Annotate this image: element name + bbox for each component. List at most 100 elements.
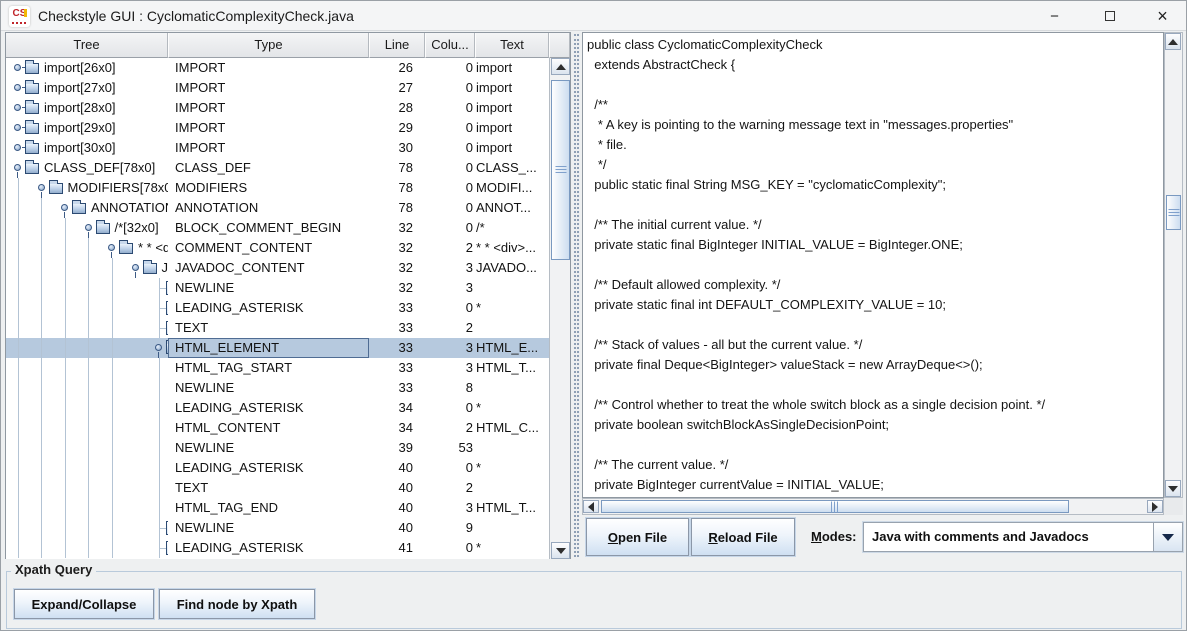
tree-row[interactable]: HTML_TAG_STARTHTML_TAG_START333HTML_T...: [6, 358, 549, 378]
open-file-button[interactable]: Open File: [586, 518, 689, 556]
expand-knob-icon[interactable]: [14, 104, 21, 111]
line-cell: 33: [369, 338, 425, 358]
expand-collapse-button[interactable]: Expand/Collapse: [14, 589, 154, 619]
tree-row[interactable]: import[28x0]IMPORT280import: [6, 98, 549, 118]
tree-row[interactable]: HTML_CONTENTHTML_CONTENT342HTML_C...: [6, 418, 549, 438]
tree-row[interactable]: LEADING_ASTERISKLEADING_ASTERISK400*: [6, 458, 549, 478]
tree-cell: MODIFIERS[78x0]: [6, 178, 168, 198]
folder-icon: [25, 123, 39, 134]
tree-row[interactable]: import[26x0]IMPORT260import: [6, 58, 549, 78]
collapse-knob-icon[interactable]: [14, 164, 21, 171]
tree-guide-line: [112, 338, 113, 358]
folder-icon: [96, 223, 110, 234]
column-header-type[interactable]: Type: [168, 33, 369, 58]
tree-guide-line: [41, 418, 42, 438]
type-cell: HTML_ELEMENT: [168, 338, 369, 358]
scroll-down-button[interactable]: [1165, 480, 1181, 497]
ast-tree-panel: TreeTypeLineColu...Text import[26x0]IMPO…: [5, 32, 571, 559]
tree-cell: NEWLINE: [6, 378, 168, 398]
line-cell: 28: [369, 98, 425, 118]
minimize-button[interactable]: −: [1027, 1, 1082, 31]
tree-row[interactable]: import[29x0]IMPORT290import: [6, 118, 549, 138]
find-node-by-xpath-button[interactable]: Find node by Xpath: [159, 589, 315, 619]
scroll-down-button[interactable]: [551, 542, 570, 559]
column-cell: 2: [425, 478, 475, 498]
expand-knob-icon[interactable]: [14, 84, 21, 91]
text-cell: [475, 518, 549, 538]
expand-knob-icon[interactable]: [14, 124, 21, 131]
tree-row[interactable]: * * <div>...COMMENT_CONTENT322* * <div>.…: [6, 238, 549, 258]
scroll-up-button[interactable]: [551, 58, 570, 75]
tree-cell: NEWLINE: [6, 518, 168, 538]
split-pane-divider[interactable]: [571, 32, 582, 559]
column-header-text[interactable]: Text: [475, 33, 549, 58]
column-header-filler: [549, 33, 570, 58]
app-window: CS Checkstyle GUI : CyclomaticComplexity…: [0, 0, 1187, 631]
tree-row[interactable]: CLASS_DEF[78x0]CLASS_DEF780CLASS_...: [6, 158, 549, 178]
column-header-colu[interactable]: Colu...: [425, 33, 475, 58]
tree-guide-line: [41, 278, 42, 298]
tree-row[interactable]: HTML_ELEMENTHTML_ELEMENT333HTML_E...: [6, 338, 549, 358]
collapse-knob-icon[interactable]: [132, 264, 139, 271]
combo-dropdown-button[interactable]: [1153, 523, 1182, 551]
tree-row[interactable]: ANNOTATION[78x0]ANNOTATION780ANNOT...: [6, 198, 549, 218]
collapse-knob-icon[interactable]: [108, 244, 115, 251]
tree-guide-line: [18, 338, 19, 358]
tree-row[interactable]: import[30x0]IMPORT300import: [6, 138, 549, 158]
line-cell: 32: [369, 258, 425, 278]
tree-row[interactable]: MODIFIERS[78x0]MODIFIERS780MODIFI...: [6, 178, 549, 198]
scroll-up-button[interactable]: [1165, 33, 1181, 50]
tree-row[interactable]: NEWLINENEWLINE3953: [6, 438, 549, 458]
collapse-knob-icon[interactable]: [85, 224, 92, 231]
tree-connector: [159, 308, 166, 309]
column-cell: 2: [425, 318, 475, 338]
code-vertical-scrollbar[interactable]: [1164, 32, 1183, 498]
line-cell: 40: [369, 458, 425, 478]
collapse-knob-icon[interactable]: [61, 204, 68, 211]
code-scrollbar-thumb[interactable]: [1166, 195, 1181, 230]
expand-knob-icon[interactable]: [14, 64, 21, 71]
mode-select[interactable]: Java with comments and Javadocs: [863, 522, 1183, 552]
tree-guide-line: [18, 518, 19, 538]
tree-cell: TEXT: [6, 478, 168, 498]
tree-scrollbar-thumb[interactable]: [551, 80, 570, 260]
text-cell: import: [475, 78, 549, 98]
collapse-knob-icon[interactable]: [38, 184, 45, 191]
reload-file-button[interactable]: Reload File: [691, 518, 795, 556]
code-hscrollbar-thumb[interactable]: [601, 500, 1069, 513]
tree-row[interactable]: LEADING_ASTERISKLEADING_ASTERISK340*: [6, 398, 549, 418]
tree-row[interactable]: /*[32x0]BLOCK_COMMENT_BEGIN320/*: [6, 218, 549, 238]
tree-row[interactable]: NEWLINENEWLINE409: [6, 518, 549, 538]
line-cell: 40: [369, 518, 425, 538]
tree-guide-line: [159, 478, 160, 498]
tree-guide-line: [65, 218, 66, 238]
expand-knob-icon[interactable]: [14, 144, 21, 151]
column-header-line[interactable]: Line: [369, 33, 425, 58]
type-cell: LEADING_ASTERISK: [168, 298, 369, 318]
close-button[interactable]: ×: [1137, 1, 1187, 31]
tree-guide-line: [112, 378, 113, 398]
source-code-viewer[interactable]: public class CyclomaticComplexityCheck e…: [582, 32, 1164, 498]
text-cell: [475, 438, 549, 458]
collapse-knob-icon[interactable]: [155, 344, 162, 351]
arrow-left-icon: [588, 502, 594, 512]
code-horizontal-scrollbar[interactable]: [582, 498, 1164, 515]
column-cell: 3: [425, 338, 475, 358]
column-header-tree[interactable]: Tree: [6, 33, 168, 58]
tree-guide-line: [41, 498, 42, 518]
maximize-button[interactable]: [1082, 1, 1137, 31]
tree-vertical-scrollbar[interactable]: [549, 58, 570, 559]
tree-row[interactable]: LEADING_ASTERISKLEADING_ASTERISK410*: [6, 538, 549, 558]
tree-guide-line: [88, 398, 89, 418]
tree-row[interactable]: NEWLINENEWLINE323: [6, 278, 549, 298]
tree-row[interactable]: LEADING_ASTERISKLEADING_ASTERISK330*: [6, 298, 549, 318]
tree-row[interactable]: HTML_TAG_ENDHTML_TAG_END403HTML_T...: [6, 498, 549, 518]
tree-row[interactable]: TEXTTEXT402: [6, 478, 549, 498]
tree-row[interactable]: TEXTTEXT332: [6, 318, 549, 338]
scroll-right-button[interactable]: [1147, 500, 1163, 513]
tree-node-label: import[30x0]: [44, 138, 116, 158]
scroll-left-button[interactable]: [583, 500, 599, 513]
tree-row[interactable]: NEWLINENEWLINE338: [6, 378, 549, 398]
tree-row[interactable]: JAVADOC_CONTENTJAVADOC_CONTENT323JAVADO.…: [6, 258, 549, 278]
tree-row[interactable]: import[27x0]IMPORT270import: [6, 78, 549, 98]
